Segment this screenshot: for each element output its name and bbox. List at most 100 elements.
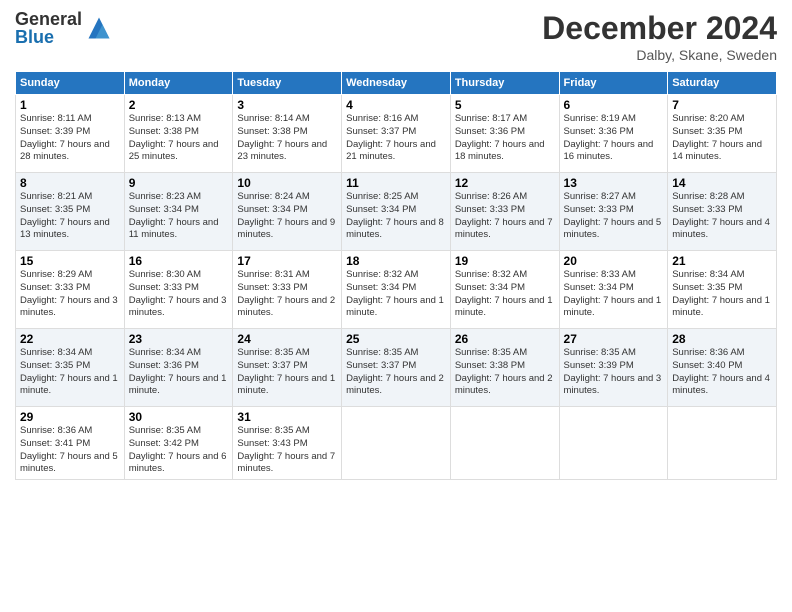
calendar-cell: 31 Sunrise: 8:35 AMSunset: 3:43 PMDaylig… <box>233 407 342 480</box>
day-info: Sunrise: 8:35 AMSunset: 3:37 PMDaylight:… <box>346 347 444 396</box>
day-info: Sunrise: 8:35 AMSunset: 3:42 PMDaylight:… <box>129 425 227 474</box>
day-info: Sunrise: 8:33 AMSunset: 3:34 PMDaylight:… <box>564 269 662 318</box>
day-number: 18 <box>346 254 446 268</box>
calendar-cell <box>668 407 777 480</box>
day-info: Sunrise: 8:35 AMSunset: 3:37 PMDaylight:… <box>237 347 335 396</box>
calendar-cell: 15 Sunrise: 8:29 AMSunset: 3:33 PMDaylig… <box>16 251 125 329</box>
calendar-cell: 2 Sunrise: 8:13 AMSunset: 3:38 PMDayligh… <box>124 95 233 173</box>
calendar-cell: 14 Sunrise: 8:28 AMSunset: 3:33 PMDaylig… <box>668 173 777 251</box>
day-number: 22 <box>20 332 120 346</box>
day-number: 4 <box>346 98 446 112</box>
day-number: 27 <box>564 332 664 346</box>
calendar-cell: 13 Sunrise: 8:27 AMSunset: 3:33 PMDaylig… <box>559 173 668 251</box>
day-number: 11 <box>346 176 446 190</box>
calendar-day-header: Wednesday <box>342 72 451 95</box>
day-number: 29 <box>20 410 120 424</box>
day-number: 17 <box>237 254 337 268</box>
calendar-cell: 23 Sunrise: 8:34 AMSunset: 3:36 PMDaylig… <box>124 329 233 407</box>
calendar-cell: 3 Sunrise: 8:14 AMSunset: 3:38 PMDayligh… <box>233 95 342 173</box>
calendar-cell: 9 Sunrise: 8:23 AMSunset: 3:34 PMDayligh… <box>124 173 233 251</box>
day-number: 31 <box>237 410 337 424</box>
day-number: 21 <box>672 254 772 268</box>
calendar-cell: 27 Sunrise: 8:35 AMSunset: 3:39 PMDaylig… <box>559 329 668 407</box>
day-info: Sunrise: 8:32 AMSunset: 3:34 PMDaylight:… <box>455 269 553 318</box>
day-info: Sunrise: 8:34 AMSunset: 3:35 PMDaylight:… <box>20 347 118 396</box>
calendar-cell: 11 Sunrise: 8:25 AMSunset: 3:34 PMDaylig… <box>342 173 451 251</box>
logo: General Blue <box>15 10 113 46</box>
day-info: Sunrise: 8:26 AMSunset: 3:33 PMDaylight:… <box>455 191 553 240</box>
day-info: Sunrise: 8:14 AMSunset: 3:38 PMDaylight:… <box>237 113 327 162</box>
calendar-cell: 26 Sunrise: 8:35 AMSunset: 3:38 PMDaylig… <box>450 329 559 407</box>
calendar-cell: 25 Sunrise: 8:35 AMSunset: 3:37 PMDaylig… <box>342 329 451 407</box>
day-number: 20 <box>564 254 664 268</box>
day-info: Sunrise: 8:25 AMSunset: 3:34 PMDaylight:… <box>346 191 444 240</box>
calendar-day-header: Sunday <box>16 72 125 95</box>
day-number: 6 <box>564 98 664 112</box>
day-number: 16 <box>129 254 229 268</box>
day-number: 30 <box>129 410 229 424</box>
day-number: 14 <box>672 176 772 190</box>
day-info: Sunrise: 8:35 AMSunset: 3:43 PMDaylight:… <box>237 425 335 474</box>
calendar-cell: 17 Sunrise: 8:31 AMSunset: 3:33 PMDaylig… <box>233 251 342 329</box>
logo-general: General <box>15 10 82 28</box>
day-number: 13 <box>564 176 664 190</box>
logo-blue: Blue <box>15 28 82 46</box>
day-number: 5 <box>455 98 555 112</box>
calendar-cell: 29 Sunrise: 8:36 AMSunset: 3:41 PMDaylig… <box>16 407 125 480</box>
day-number: 24 <box>237 332 337 346</box>
calendar-cell <box>342 407 451 480</box>
calendar-cell: 20 Sunrise: 8:33 AMSunset: 3:34 PMDaylig… <box>559 251 668 329</box>
day-info: Sunrise: 8:19 AMSunset: 3:36 PMDaylight:… <box>564 113 654 162</box>
header: General Blue December 2024 Dalby, Skane,… <box>15 10 777 63</box>
day-number: 1 <box>20 98 120 112</box>
day-info: Sunrise: 8:28 AMSunset: 3:33 PMDaylight:… <box>672 191 770 240</box>
day-info: Sunrise: 8:29 AMSunset: 3:33 PMDaylight:… <box>20 269 118 318</box>
day-info: Sunrise: 8:20 AMSunset: 3:35 PMDaylight:… <box>672 113 762 162</box>
calendar-day-header: Thursday <box>450 72 559 95</box>
calendar-cell: 6 Sunrise: 8:19 AMSunset: 3:36 PMDayligh… <box>559 95 668 173</box>
month-title: December 2024 <box>542 10 777 47</box>
calendar-day-header: Friday <box>559 72 668 95</box>
calendar-cell: 30 Sunrise: 8:35 AMSunset: 3:42 PMDaylig… <box>124 407 233 480</box>
day-number: 25 <box>346 332 446 346</box>
calendar-cell: 19 Sunrise: 8:32 AMSunset: 3:34 PMDaylig… <box>450 251 559 329</box>
day-info: Sunrise: 8:24 AMSunset: 3:34 PMDaylight:… <box>237 191 335 240</box>
day-info: Sunrise: 8:27 AMSunset: 3:33 PMDaylight:… <box>564 191 662 240</box>
calendar-cell: 5 Sunrise: 8:17 AMSunset: 3:36 PMDayligh… <box>450 95 559 173</box>
calendar-cell: 28 Sunrise: 8:36 AMSunset: 3:40 PMDaylig… <box>668 329 777 407</box>
day-number: 23 <box>129 332 229 346</box>
logo-text: General Blue <box>15 10 82 46</box>
day-number: 28 <box>672 332 772 346</box>
day-info: Sunrise: 8:11 AMSunset: 3:39 PMDaylight:… <box>20 113 110 162</box>
calendar-day-header: Monday <box>124 72 233 95</box>
calendar-cell: 12 Sunrise: 8:26 AMSunset: 3:33 PMDaylig… <box>450 173 559 251</box>
calendar-cell: 18 Sunrise: 8:32 AMSunset: 3:34 PMDaylig… <box>342 251 451 329</box>
day-number: 10 <box>237 176 337 190</box>
location: Dalby, Skane, Sweden <box>542 47 777 63</box>
calendar-cell <box>450 407 559 480</box>
day-info: Sunrise: 8:36 AMSunset: 3:40 PMDaylight:… <box>672 347 770 396</box>
day-info: Sunrise: 8:31 AMSunset: 3:33 PMDaylight:… <box>237 269 335 318</box>
day-info: Sunrise: 8:36 AMSunset: 3:41 PMDaylight:… <box>20 425 118 474</box>
day-number: 26 <box>455 332 555 346</box>
day-info: Sunrise: 8:34 AMSunset: 3:36 PMDaylight:… <box>129 347 227 396</box>
day-number: 3 <box>237 98 337 112</box>
day-info: Sunrise: 8:32 AMSunset: 3:34 PMDaylight:… <box>346 269 444 318</box>
day-number: 7 <box>672 98 772 112</box>
logo-icon <box>85 14 113 42</box>
calendar-day-header: Saturday <box>668 72 777 95</box>
calendar-cell: 24 Sunrise: 8:35 AMSunset: 3:37 PMDaylig… <box>233 329 342 407</box>
day-info: Sunrise: 8:30 AMSunset: 3:33 PMDaylight:… <box>129 269 227 318</box>
calendar-header-row: SundayMondayTuesdayWednesdayThursdayFrid… <box>16 72 777 95</box>
day-info: Sunrise: 8:34 AMSunset: 3:35 PMDaylight:… <box>672 269 770 318</box>
page: General Blue December 2024 Dalby, Skane,… <box>0 0 792 612</box>
day-info: Sunrise: 8:16 AMSunset: 3:37 PMDaylight:… <box>346 113 436 162</box>
calendar-cell: 16 Sunrise: 8:30 AMSunset: 3:33 PMDaylig… <box>124 251 233 329</box>
day-info: Sunrise: 8:35 AMSunset: 3:39 PMDaylight:… <box>564 347 662 396</box>
title-block: December 2024 Dalby, Skane, Sweden <box>542 10 777 63</box>
day-info: Sunrise: 8:17 AMSunset: 3:36 PMDaylight:… <box>455 113 545 162</box>
day-number: 12 <box>455 176 555 190</box>
day-info: Sunrise: 8:13 AMSunset: 3:38 PMDaylight:… <box>129 113 219 162</box>
day-info: Sunrise: 8:21 AMSunset: 3:35 PMDaylight:… <box>20 191 110 240</box>
calendar-cell: 7 Sunrise: 8:20 AMSunset: 3:35 PMDayligh… <box>668 95 777 173</box>
